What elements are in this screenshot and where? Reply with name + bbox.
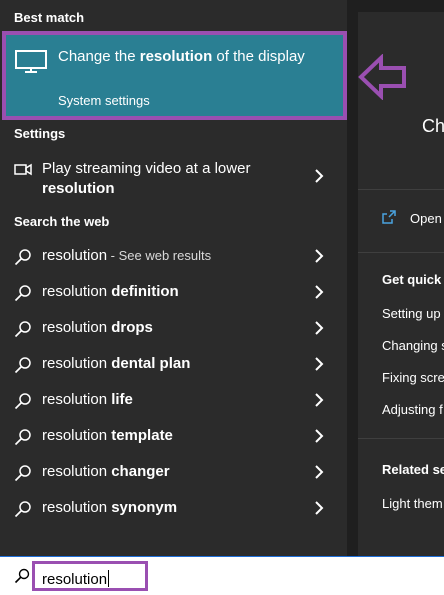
settings-item-label: Play streaming video at a lower resoluti… [42, 159, 292, 199]
best-match-title-post: of the display [212, 48, 305, 65]
web-result-label: resolution dental plan [42, 355, 190, 372]
chevron-right-icon[interactable] [314, 393, 324, 412]
web-result-label: resolution life [42, 391, 133, 408]
web-result-bold: drops [111, 319, 153, 336]
text-caret [108, 570, 110, 587]
search-icon [14, 248, 32, 271]
web-result-label: resolution synonym [42, 499, 177, 516]
best-match-title-bold: resolution [139, 48, 213, 65]
web-result-bold: template [111, 427, 173, 444]
search-icon [14, 568, 30, 589]
web-result-label: resolution definition [42, 283, 179, 300]
search-icon [14, 284, 32, 307]
settings-item-text-pre: Play streaming video at a lower [42, 160, 251, 177]
monitor-icon [15, 49, 47, 80]
search-icon [14, 464, 32, 487]
best-match-title: Change the resolution of the display [58, 47, 328, 67]
chevron-right-icon[interactable] [314, 249, 324, 268]
web-result-bold: dental plan [111, 355, 191, 372]
search-input-text: resolution [42, 571, 108, 588]
video-icon [14, 162, 32, 181]
web-result-label: resolution - See web results [42, 247, 211, 264]
search-icon [14, 356, 32, 379]
open-link[interactable]: Open [410, 211, 442, 226]
web-result-item[interactable]: resolution changer [0, 454, 347, 490]
chevron-right-icon[interactable] [314, 501, 324, 520]
chevron-right-icon[interactable] [314, 169, 324, 188]
web-result-item[interactable]: resolution dental plan [0, 346, 347, 382]
search-bar[interactable]: resolution [0, 556, 444, 595]
web-result-bold: synonym [111, 499, 178, 516]
quick-link[interactable]: Setting up [382, 306, 441, 321]
web-result-query: resolution [42, 391, 112, 408]
web-result-item[interactable]: resolution synonym [0, 490, 347, 526]
preview-divider [358, 438, 444, 439]
web-result-suffix: - See web results [107, 248, 212, 263]
quick-link[interactable]: Changing s [382, 338, 444, 353]
chevron-right-icon[interactable] [314, 357, 324, 376]
web-result-bold: life [111, 391, 133, 408]
web-result-item[interactable]: resolution template [0, 418, 347, 454]
best-match-subtitle: System settings [58, 93, 150, 108]
open-external-icon[interactable] [381, 209, 397, 230]
best-match-title-pre: Change the [58, 48, 140, 65]
chevron-right-icon[interactable] [314, 429, 324, 448]
related-heading: Related se [382, 462, 444, 477]
quick-help-heading: Get quick l [382, 272, 444, 287]
chevron-right-icon[interactable] [314, 465, 324, 484]
web-result-query: resolution [42, 427, 112, 444]
web-result-item[interactable]: resolution drops [0, 310, 347, 346]
web-result-query: resolution [42, 319, 112, 336]
web-result-bold: changer [111, 463, 170, 480]
preview-divider [358, 252, 444, 253]
best-match-item[interactable]: Change the resolution of the display Sys… [2, 31, 347, 120]
web-result-label: resolution changer [42, 463, 170, 480]
search-input[interactable]: resolution [32, 561, 148, 591]
web-result-query: resolution [42, 247, 108, 264]
settings-item-text-bold: resolution [42, 180, 115, 197]
web-result-item[interactable]: resolution definition [0, 274, 347, 310]
web-result-label: resolution drops [42, 319, 153, 336]
web-result-query: resolution [42, 283, 112, 300]
web-result-item[interactable]: resolution - See web results [0, 238, 347, 274]
web-result-query: resolution [42, 463, 112, 480]
best-match-heading: Best match [14, 10, 85, 25]
web-result-item[interactable]: resolution life [0, 382, 347, 418]
chevron-right-icon[interactable] [314, 285, 324, 304]
web-result-query: resolution [42, 355, 112, 372]
web-result-label: resolution template [42, 427, 173, 444]
search-web-heading: Search the web [14, 214, 110, 229]
annotation-arrow-left-icon [358, 53, 408, 105]
quick-link[interactable]: Adjusting f [382, 402, 443, 417]
chevron-right-icon[interactable] [314, 321, 324, 340]
preview-title: Ch [422, 116, 444, 136]
related-link[interactable]: Light them [382, 496, 443, 511]
search-icon [14, 392, 32, 415]
settings-item-streaming-video[interactable]: Play streaming video at a lower resoluti… [0, 152, 347, 204]
settings-heading: Settings [14, 126, 66, 141]
quick-link[interactable]: Fixing scre [382, 370, 444, 385]
search-icon [14, 428, 32, 451]
web-result-bold: definition [111, 283, 179, 300]
search-input-value: resolution [42, 570, 110, 588]
search-icon [14, 500, 32, 523]
preview-divider [358, 189, 444, 190]
web-result-query: resolution [42, 499, 112, 516]
search-icon [14, 320, 32, 343]
